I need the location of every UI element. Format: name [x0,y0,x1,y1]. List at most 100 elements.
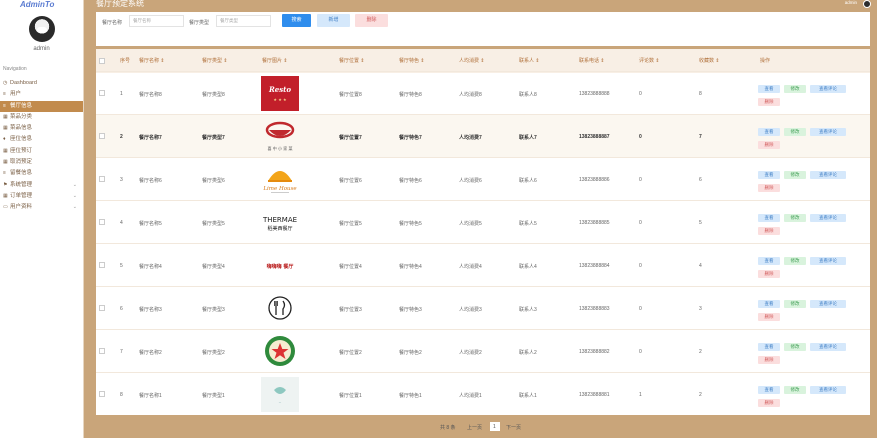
view-reviews-button[interactable]: 查看评论 [810,257,846,265]
view-button[interactable]: 查看 [758,171,780,179]
sidebar-item[interactable]: ≡ 用户 [0,89,83,100]
edit-button[interactable]: 修改 [784,300,806,308]
row-checkbox[interactable] [99,262,105,268]
cell-contact: 联系人5 [519,221,537,227]
column-header[interactable]: 操作 [760,57,770,64]
view-reviews-button[interactable]: 查看评论 [810,214,846,222]
delete-row-button[interactable]: 删除 [758,356,780,364]
edit-button[interactable]: 修改 [784,343,806,351]
next-page-button[interactable]: 下一页 [506,424,521,431]
restaurant-image[interactable]: Lime House [260,161,300,198]
view-button[interactable]: 查看 [758,85,780,93]
admin-avatar[interactable] [863,0,871,8]
table-row[interactable]: 4 餐厅名称5 餐厅类型5 餐厅位置5 餐厅特色5 人均消费5 联系人5 1382388888… [96,200,870,243]
sidebar-item[interactable]: ▦ 取消预定 [0,157,83,168]
table-row[interactable]: 2 餐厅名称7 餐厅类型7 餐厅位置7 餐厅特色7 人均消费7 联系人7 1382388888… [96,114,870,157]
app-logo[interactable]: AdminTo [0,0,83,12]
edit-button[interactable]: 修改 [784,257,806,265]
edit-button[interactable]: 修改 [784,386,806,394]
restaurant-logo: 嗨嗨嗨 餐厅 [267,263,294,270]
sidebar-item[interactable]: ≡ 餐厅信息 [0,100,83,112]
restaurant-image[interactable] [260,290,300,327]
sidebar-item[interactable]: ◷ Dashboard [0,78,83,89]
view-button[interactable]: 查看 [758,300,780,308]
row-checkbox[interactable] [99,391,105,397]
sidebar-item[interactable]: ♦ 座位信息 [0,134,83,145]
search-button[interactable]: 搜索 [282,14,311,27]
cell-comments: 0 [639,134,642,140]
delete-row-button[interactable]: 删除 [758,141,780,149]
delete-button[interactable]: 删除 [355,14,388,27]
restaurant-image[interactable]: THERMAE 稻美西餐厅 [260,204,300,241]
row-checkbox[interactable] [99,348,105,354]
admin-name[interactable]: admin [845,0,857,5]
sidebar-item[interactable]: ▭ 用户资料 ⌄ [0,202,83,213]
view-button[interactable]: 查看 [758,386,780,394]
table-row[interactable]: 6 餐厅名称3 餐厅类型3 餐厅位置3 餐厅特色3 人均消费3 联系人3 1382388888… [96,286,870,329]
column-header[interactable]: 餐厅图片 ⇕ [262,57,288,64]
avatar[interactable] [28,16,55,42]
cell-idx: 5 [120,263,123,269]
view-reviews-button[interactable]: 查看评论 [810,343,846,351]
column-header[interactable]: 联系人 ⇕ [519,57,540,64]
edit-button[interactable]: 修改 [784,171,806,179]
column-header[interactable]: 联系电话 ⇕ [579,57,605,64]
table-row[interactable]: 3 餐厅名称6 餐厅类型6 餐厅位置6 餐厅特色6 人均消费6 联系人6 1382388888… [96,157,870,200]
view-reviews-button[interactable]: 查看评论 [810,300,846,308]
column-header[interactable]: 人均消费 ⇕ [459,57,485,64]
delete-row-button[interactable]: 删除 [758,399,780,407]
name-input[interactable]: 餐厅名称 [129,15,184,27]
edit-button[interactable]: 修改 [784,214,806,222]
restaurant-image[interactable]: 喜 中 小 家 菜 [260,118,300,155]
table-row[interactable]: 7 餐厅名称2 餐厅类型2 餐厅位置2 餐厅特色2 人均消费2 联系人2 1382388888… [96,329,870,372]
delete-row-button[interactable]: 删除 [758,98,780,106]
view-button[interactable]: 查看 [758,343,780,351]
row-checkbox[interactable] [99,90,105,96]
edit-button[interactable]: 修改 [784,85,806,93]
sidebar-item[interactable]: ▦ 菜品信息 [0,123,83,134]
delete-row-button[interactable]: 删除 [758,227,780,235]
sidebar-item[interactable]: ▦ 订单管理 ⌄ [0,191,83,202]
column-header[interactable]: 餐厅特色 ⇕ [399,57,425,64]
table-row[interactable]: 8 餐厅名称1 餐厅类型1 餐厅位置1 餐厅特色1 人均消费1 联系人1 1382388888… [96,372,870,415]
page-1-button[interactable]: 1 [490,422,500,431]
type-input[interactable]: 餐厅类型 [216,15,271,27]
view-button[interactable]: 查看 [758,257,780,265]
table-row[interactable]: 5 餐厅名称4 餐厅类型4 餐厅位置4 餐厅特色4 人均消费4 联系人4 1382388888… [96,243,870,286]
restaurant-image[interactable]: 嗨嗨嗨 餐厅 [260,247,300,284]
restaurant-logo: Lime House [262,171,297,193]
cell-idx: 4 [120,220,123,226]
sidebar-item[interactable]: ≡ 留餐信息 [0,168,83,179]
restaurant-image[interactable] [260,333,300,370]
row-checkbox[interactable] [99,305,105,311]
column-header[interactable]: 餐厅类型 ⇕ [202,57,228,64]
row-checkbox[interactable] [99,176,105,182]
row-checkbox[interactable] [99,219,105,225]
view-reviews-button[interactable]: 查看评论 [810,85,846,93]
sidebar-item[interactable]: ▦ 座位预订 [0,146,83,157]
restaurant-image[interactable]: ~ [260,376,300,413]
view-reviews-button[interactable]: 查看评论 [810,128,846,136]
sidebar-item[interactable]: ⚑ 系统管理 ⌄ [0,180,83,191]
view-button[interactable]: 查看 [758,214,780,222]
sidebar-item[interactable]: ▦ 菜品分类 [0,112,83,123]
restaurant-image[interactable]: Resto ★ ★ ★ [260,75,300,112]
row-checkbox[interactable] [99,133,105,139]
view-button[interactable]: 查看 [758,128,780,136]
edit-button[interactable]: 修改 [784,128,806,136]
view-reviews-button[interactable]: 查看评论 [810,386,846,394]
column-header[interactable]: 序号 [120,57,130,64]
delete-row-button[interactable]: 删除 [758,313,780,321]
prev-page-button[interactable]: 上一页 [467,424,482,431]
column-header[interactable]: 评论数 ⇕ [639,57,660,64]
column-header[interactable]: 餐厅位置 ⇕ [339,57,365,64]
view-reviews-button[interactable]: 查看评论 [810,171,846,179]
delete-row-button[interactable]: 删除 [758,184,780,192]
table-row[interactable]: 1 餐厅名称8 餐厅类型8 餐厅位置8 餐厅特色8 人均消费8 联系人8 1382388888… [96,71,870,114]
column-header[interactable]: 收藏数 ⇕ [699,57,720,64]
add-button[interactable]: 新增 [317,14,350,27]
cell-favorites: 2 [699,392,702,398]
select-all-checkbox[interactable] [99,58,105,64]
column-header[interactable]: 餐厅名称 ⇕ [139,57,165,64]
delete-row-button[interactable]: 删除 [758,270,780,278]
